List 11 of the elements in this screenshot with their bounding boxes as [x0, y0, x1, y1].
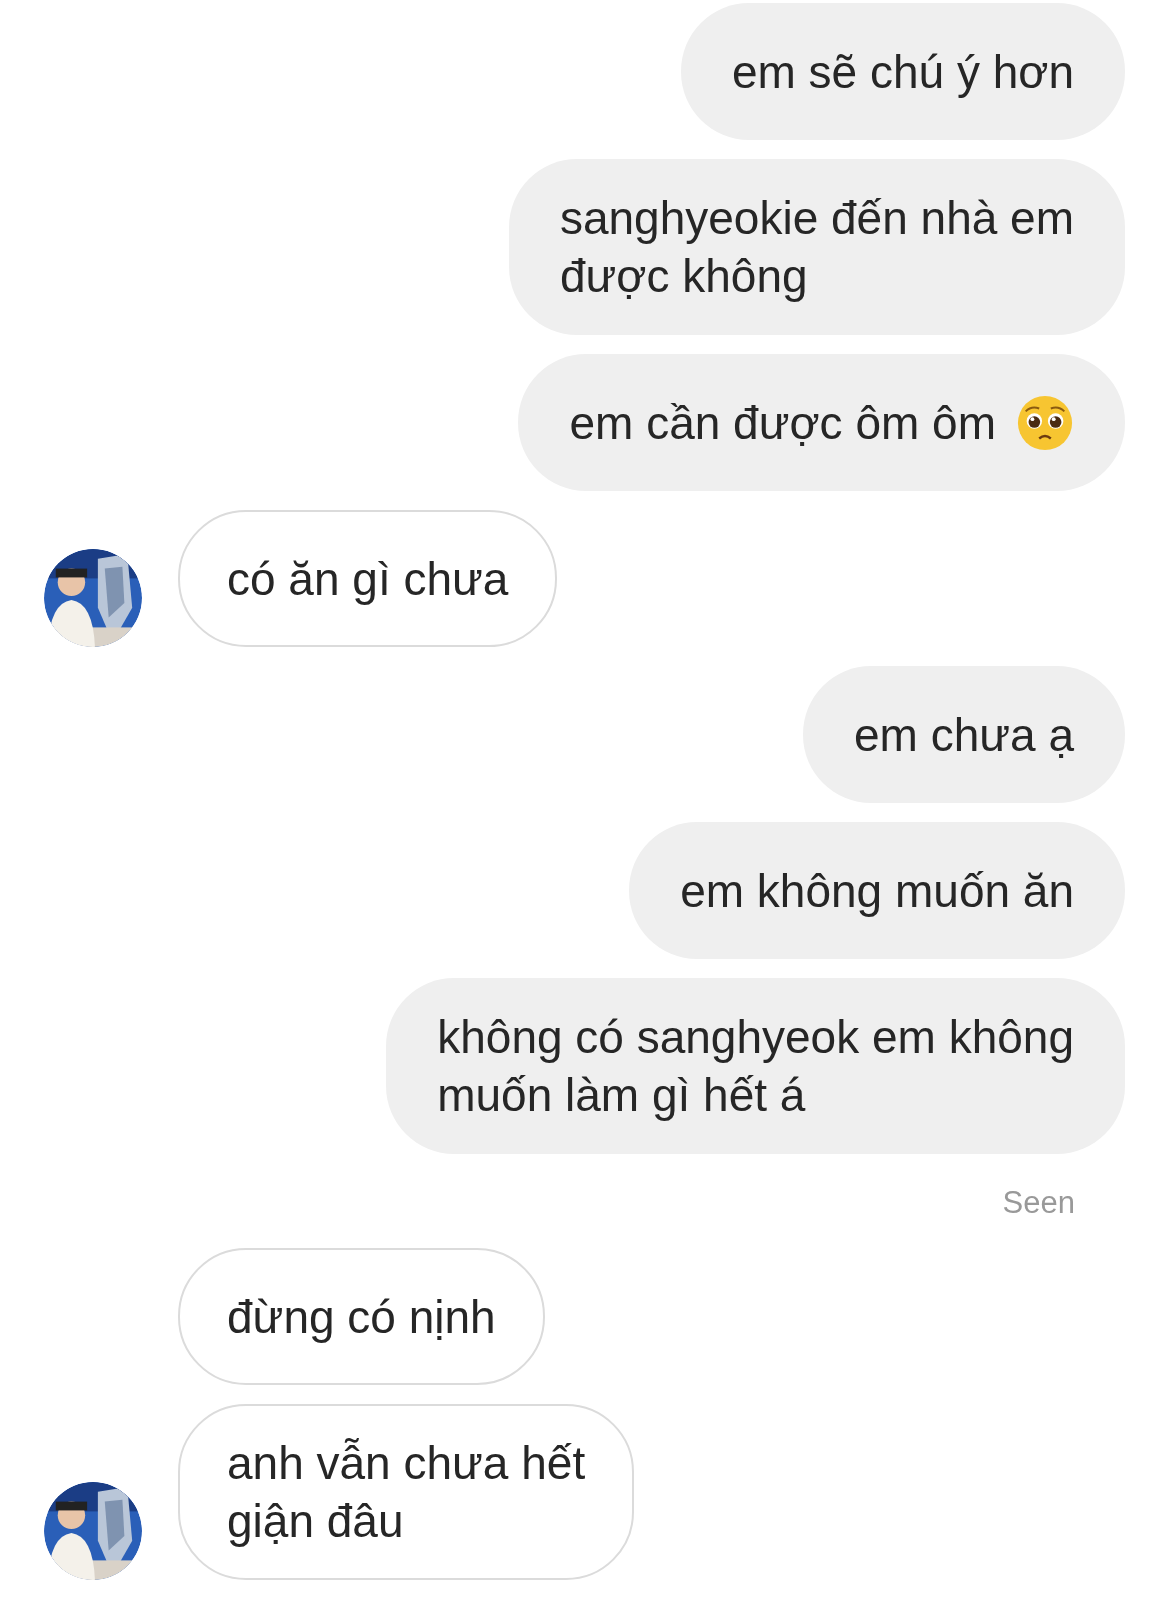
- message-text: sanghyeokie đến nhà em được không: [559, 191, 1074, 304]
- message-text: anh vẫn chưa hết giận đâu: [227, 1436, 586, 1549]
- message-text: không có sanghyeok em không muốn làm gì hết á: [437, 1010, 1074, 1123]
- message-text: em không muốn ăn: [680, 863, 1074, 919]
- message-text: em chưa ạ: [854, 707, 1074, 763]
- message-text: em sẽ chú ý hơn: [731, 44, 1074, 100]
- pleading-face-icon: [1016, 393, 1074, 452]
- seen-status: Seen: [1002, 1185, 1075, 1221]
- message-text: đừng có nịnh: [227, 1289, 496, 1345]
- message-text: có ăn gì chưa: [227, 551, 509, 607]
- message-text: em cần được ôm ôm: [569, 395, 996, 451]
